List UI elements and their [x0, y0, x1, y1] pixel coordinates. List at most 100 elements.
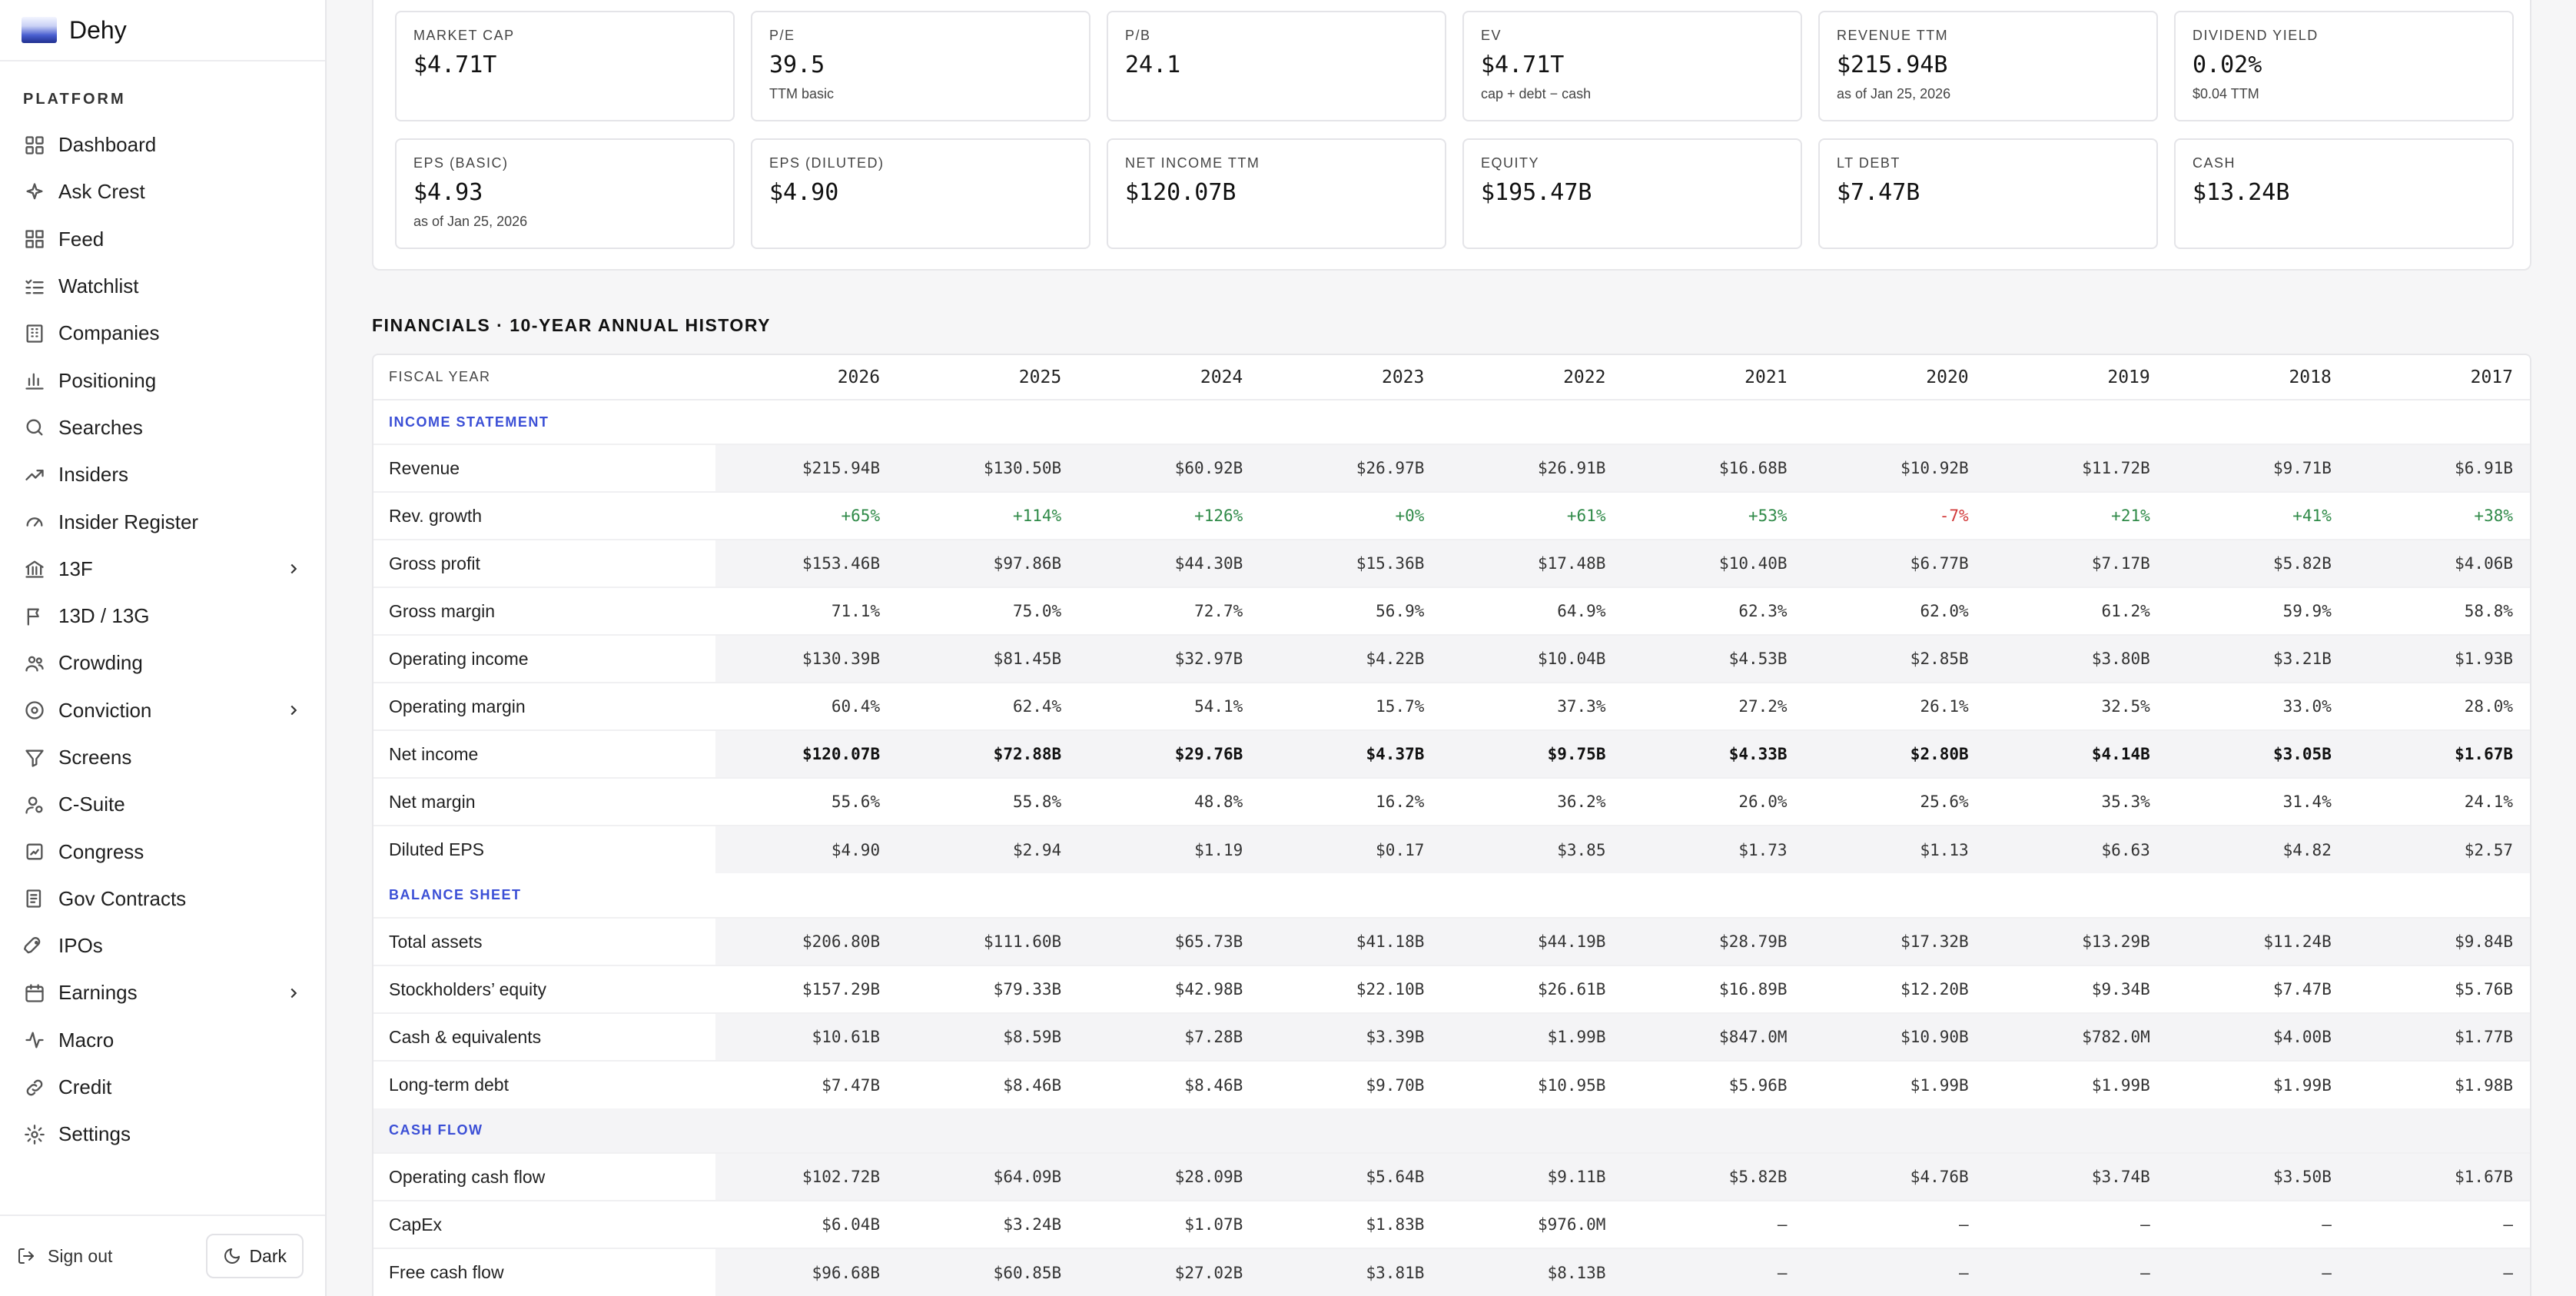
sign-out-button[interactable]: Sign out: [17, 1246, 112, 1267]
sidebar-item-crowding[interactable]: Crowding: [0, 640, 325, 686]
sidebar-item-conviction[interactable]: Conviction: [0, 687, 325, 734]
row-label: Total assets: [389, 931, 483, 952]
theme-toggle-button[interactable]: Dark: [206, 1234, 304, 1278]
brand[interactable]: Dehy: [0, 0, 325, 61]
sidebar-item-ipos[interactable]: IPOs: [0, 922, 325, 969]
search-icon: [23, 416, 46, 439]
table-cell: $1.67B: [2348, 730, 2530, 778]
table-row: Operating cash flow $102.72B $64.09B $28.09…: [373, 1153, 2530, 1201]
stat-label: P/E: [769, 28, 795, 43]
table-cell: $3.74B: [1985, 1153, 2167, 1201]
section-row: INCOME STATEMENT: [373, 400, 2530, 444]
target-icon: [23, 699, 46, 722]
sidebar-item-label: Dashboard: [58, 133, 157, 157]
table-cell: $1.98B: [2455, 1075, 2513, 1095]
table-cell: $9.75B: [1441, 730, 1623, 778]
table-cell: $1.07B: [1184, 1215, 1243, 1234]
table-cell: —: [1985, 1248, 2167, 1296]
row-label: Rev. growth: [389, 505, 483, 526]
table-cell: 32.5%: [2101, 697, 2150, 716]
table-cell: $3.24B: [1003, 1215, 1062, 1234]
stat-value: 24.1: [1125, 52, 1181, 78]
row-label: Gross profit: [389, 553, 480, 573]
fiscal-year-header: FISCAL YEAR: [373, 355, 715, 400]
sidebar-item-macro[interactable]: Macro: [0, 1017, 325, 1064]
dashboard-icon: [23, 134, 46, 157]
sidebar-item-searches[interactable]: Searches: [0, 404, 325, 451]
table-cell: $1.83B: [1366, 1215, 1425, 1234]
stat-subtext: as of Jan 25, 2026: [1837, 86, 1951, 101]
table-cell: $1.99B: [1910, 1075, 1969, 1095]
year-header: 2021: [1622, 355, 1804, 400]
table-cell: $3.50B: [2166, 1153, 2349, 1201]
table-cell: $10.40B: [1622, 540, 1804, 587]
sidebar-item-gov-contracts[interactable]: Gov Contracts: [0, 876, 325, 922]
table-cell: 24.1%: [2464, 793, 2513, 811]
table-cell: $26.61B: [1537, 980, 1606, 999]
sidebar-item-insiders[interactable]: Insiders: [0, 451, 325, 498]
table-cell: 75.0%: [1012, 602, 1062, 620]
activity-icon: [23, 1028, 46, 1052]
table-cell: $8.46B: [1184, 1075, 1243, 1095]
sidebar-item-13d-13g[interactable]: 13D / 13G: [0, 593, 325, 640]
filter-icon: [23, 746, 46, 769]
row-label: Operating margin: [389, 696, 526, 716]
row-label: Net income: [389, 743, 479, 764]
sidebar-item-screens[interactable]: Screens: [0, 734, 325, 781]
sidebar-item-credit[interactable]: Credit: [0, 1064, 325, 1111]
sidebar-item-label: Crowding: [58, 651, 143, 675]
table-cell: $9.70B: [1366, 1075, 1425, 1095]
sidebar-item-earnings[interactable]: Earnings: [0, 969, 325, 1016]
table-row: Net margin 55.6% 55.8% 48.8% 16.2% 36.2% 26.0%…: [373, 778, 2530, 826]
brand-name: Dehy: [69, 15, 127, 44]
sign-out-label: Sign out: [48, 1245, 113, 1266]
sidebar-footer: Sign out Dark: [0, 1215, 325, 1296]
table-cell: $10.61B: [715, 1013, 898, 1061]
table-row: Total assets $206.80B $111.60B $65.73B $41.1…: [373, 918, 2530, 965]
table-cell: —: [1804, 1248, 1986, 1296]
row-label: Stockholders’ equity: [389, 979, 546, 999]
sidebar-item-congress[interactable]: Congress: [0, 828, 325, 875]
row-label: Cash & equivalents: [389, 1026, 542, 1047]
table-cell: $8.13B: [1441, 1248, 1623, 1296]
stat-value: $195.47B: [1481, 179, 1592, 206]
table-cell: $976.0M: [1537, 1215, 1606, 1234]
table-cell: $97.86B: [897, 540, 1079, 587]
table-row: Gross profit $153.46B $97.86B $44.30B $15.36…: [373, 540, 2530, 587]
table-cell: $6.77B: [1804, 540, 1986, 587]
moon-icon: [224, 1248, 241, 1264]
table-cell: $4.33B: [1622, 730, 1804, 778]
financials-title: FINANCIALS · 10-YEAR ANNUAL HISTORY: [372, 315, 771, 335]
table-cell: 36.2%: [1557, 793, 1606, 811]
table-cell: $1.73: [1622, 826, 1804, 873]
table-cell: —: [2348, 1248, 2530, 1296]
sidebar-item-label: Screens: [58, 746, 132, 769]
sidebar-item-insider-register[interactable]: Insider Register: [0, 498, 325, 545]
stat-card: CASH $13.24B: [2174, 138, 2514, 249]
sidebar-item-label: Searches: [58, 415, 143, 439]
table-cell: $5.64B: [1260, 1153, 1442, 1201]
stat-card: LT DEBT $7.47B: [1818, 138, 2158, 249]
table-cell: 31.4%: [2282, 793, 2332, 811]
table-cell: $60.92B: [1078, 444, 1260, 492]
sidebar-item-settings[interactable]: Settings: [0, 1111, 325, 1158]
table-cell: $2.80B: [1804, 730, 1986, 778]
table-cell: $1.93B: [2348, 635, 2530, 683]
table-row: Long-term debt $7.47B $8.46B $8.46B $9.70B $1…: [373, 1061, 2530, 1108]
sidebar-item-watchlist[interactable]: Watchlist: [0, 263, 325, 310]
table-cell: $81.45B: [897, 635, 1079, 683]
sidebar-item-label: Companies: [58, 321, 160, 345]
sidebar-item-positioning[interactable]: Positioning: [0, 357, 325, 404]
sidebar-item-label: Macro: [58, 1028, 115, 1052]
sidebar-item-c-suite[interactable]: C-Suite: [0, 781, 325, 828]
table-cell: $153.46B: [715, 540, 898, 587]
sidebar-item-ask-crest[interactable]: Ask Crest: [0, 168, 325, 215]
stat-label: EV: [1481, 28, 1502, 43]
sidebar-item-13f[interactable]: 13F: [0, 546, 325, 593]
table-cell: $60.85B: [897, 1248, 1079, 1296]
sidebar-item-dashboard[interactable]: Dashboard: [0, 121, 325, 168]
sidebar-item-feed[interactable]: Feed: [0, 216, 325, 263]
sidebar: Dehy PLATFORM Dashboard Ask Crest Feed Watc…: [0, 0, 327, 1296]
sidebar-item-companies[interactable]: Companies: [0, 310, 325, 357]
year-header: 2017: [2348, 355, 2530, 400]
